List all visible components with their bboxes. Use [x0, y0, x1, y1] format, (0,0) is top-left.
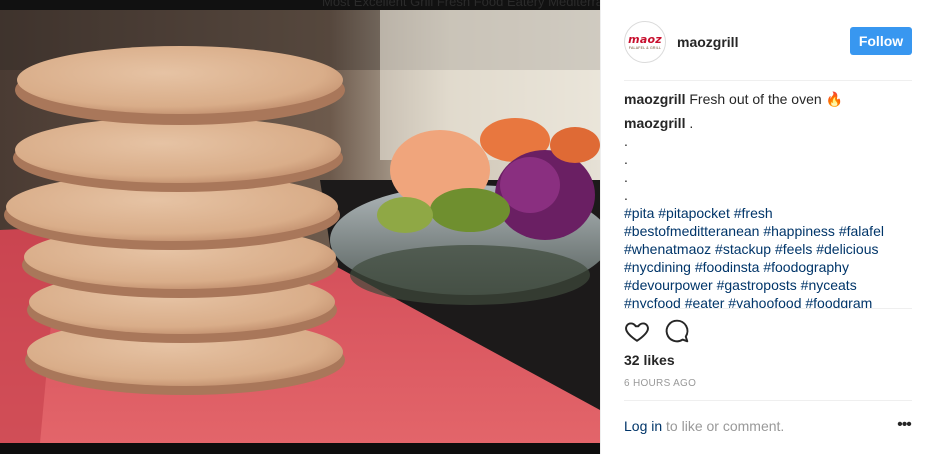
- post-header: maoz FALAFEL & GRILL maozgrill Follow: [601, 0, 936, 80]
- heart-icon[interactable]: [624, 318, 650, 344]
- avatar-logo: maoz: [628, 33, 662, 46]
- pita-stack-image: [0, 10, 600, 443]
- caption-line: maozgrill Fresh out of the oven 🔥: [624, 90, 914, 108]
- header-divider: [624, 80, 912, 81]
- caption-text: Fresh out of the oven 🔥: [689, 91, 843, 107]
- more-options-icon[interactable]: •••: [894, 415, 914, 435]
- post-timestamp[interactable]: 6 HOURS AGO: [624, 378, 696, 389]
- hashtag-line[interactable]: #pita #pitapocket #fresh: [624, 204, 914, 222]
- username-link[interactable]: maozgrill: [677, 34, 738, 50]
- hashtag-line[interactable]: #devourpower #gastroposts #nyceats: [624, 276, 914, 294]
- post-sidebar: maoz FALAFEL & GRILL maozgrill Follow ma…: [600, 0, 936, 454]
- login-link[interactable]: Log in: [624, 418, 662, 434]
- caption-divider: [624, 308, 912, 309]
- reply-text: .: [689, 115, 694, 131]
- avatar-logo-subtitle: FALAFEL & GRILL: [628, 46, 662, 50]
- caption-dot: .: [624, 133, 628, 149]
- caption-dot: .: [624, 151, 628, 167]
- post-photo[interactable]: [0, 10, 600, 443]
- likes-count[interactable]: 32 likes: [624, 352, 675, 368]
- comment-icon[interactable]: [664, 318, 690, 344]
- avatar[interactable]: maoz FALAFEL & GRILL: [624, 21, 666, 63]
- caption-dot: .: [624, 187, 628, 203]
- hashtag-line[interactable]: #nycfood #eater #yahoofood #foodgram: [624, 294, 914, 308]
- footer-divider: [624, 400, 912, 401]
- login-text: to like or comment.: [662, 418, 785, 434]
- reply-username[interactable]: maozgrill: [624, 115, 685, 131]
- hashtag-line[interactable]: #nycdining #foodinsta #foodography: [624, 258, 914, 276]
- caption: maozgrill Fresh out of the oven 🔥 maozgr…: [624, 90, 914, 308]
- caption-username[interactable]: maozgrill: [624, 91, 685, 107]
- pita-stack: [4, 46, 345, 395]
- caption-dot: .: [624, 169, 628, 185]
- follow-button[interactable]: Follow: [850, 27, 912, 55]
- login-prompt: Log in to like or comment.: [624, 418, 784, 434]
- hashtag-line[interactable]: #bestofmeditteranean #happiness #falafel: [624, 222, 914, 240]
- reply-line: maozgrill .: [624, 114, 914, 132]
- hashtag-line[interactable]: #whenatmaoz #stackup #feels #delicious: [624, 240, 914, 258]
